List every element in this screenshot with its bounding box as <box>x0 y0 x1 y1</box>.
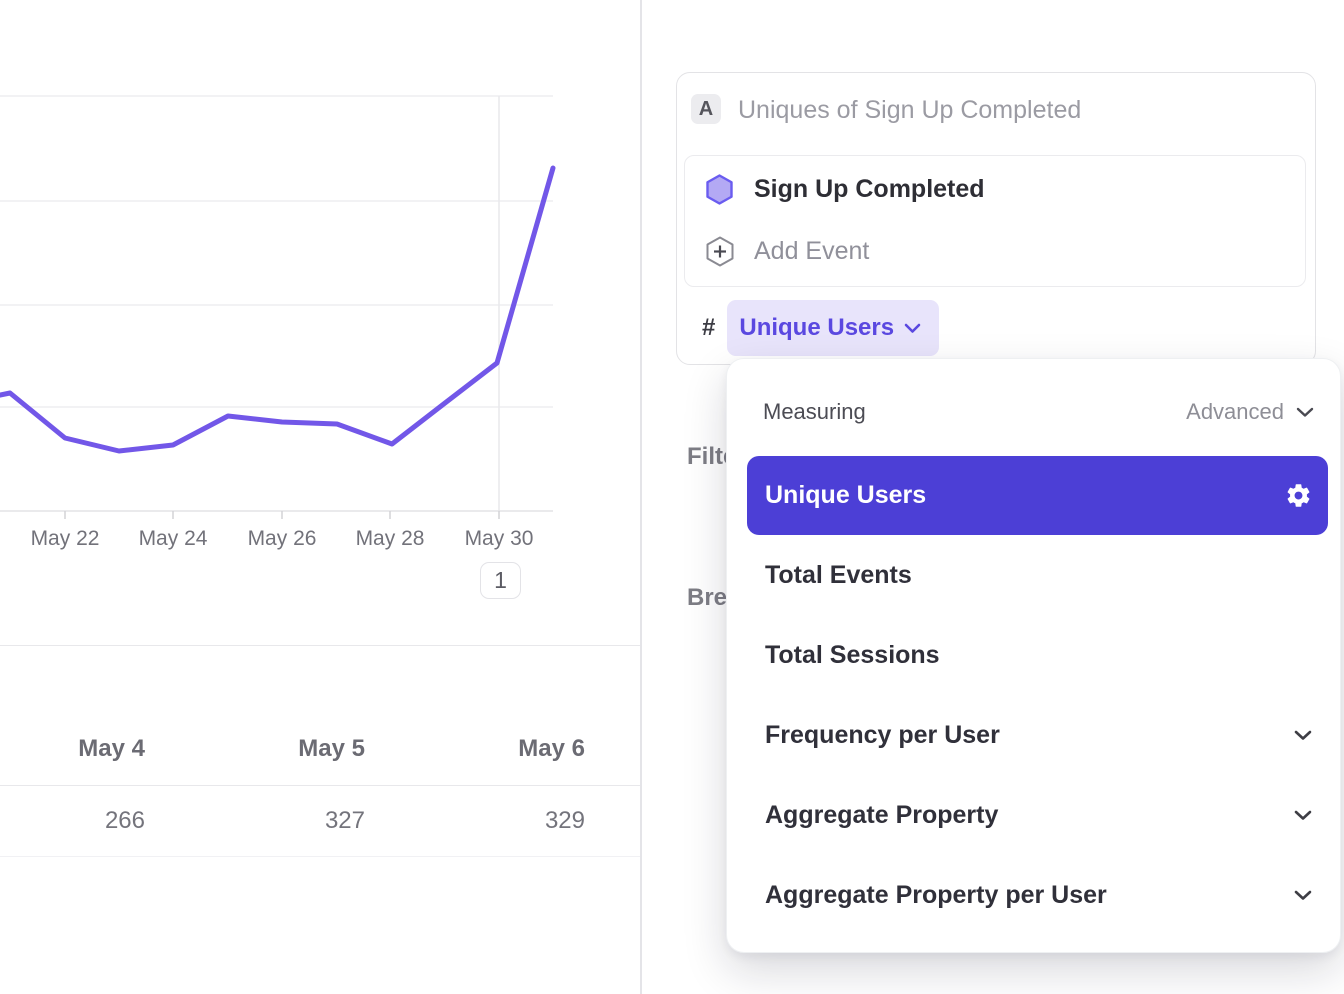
table-cell-value: 327 <box>145 807 365 835</box>
table-cell-value: 329 <box>365 807 585 835</box>
measuring-label: Measuring <box>763 399 866 425</box>
chart-panel: May 22May 24May 26May 28May 30 1 May 4Ma… <box>0 0 640 994</box>
event-row[interactable]: Sign Up Completed <box>685 164 1305 214</box>
series-badge: A <box>691 94 721 124</box>
event-name: Sign Up Completed <box>754 175 985 204</box>
x-axis-tick-label: May 24 <box>139 527 208 550</box>
pagination-badge[interactable]: 1 <box>480 562 521 599</box>
menu-item-label: Total Events <box>765 561 1312 590</box>
measuring-options-list: Unique Users Total Events Total Sessions Fr… <box>747 456 1328 935</box>
metric-card: A Uniques of Sign Up Completed Sign Up C… <box>676 72 1316 365</box>
add-event-label: Add Event <box>754 237 869 266</box>
events-card: Sign Up Completed Add Event <box>684 155 1306 287</box>
analytics-app: May 22May 24May 26May 28May 30 1 May 4Ma… <box>0 0 1344 994</box>
table-column-header: May 6 <box>365 735 585 763</box>
menu-item-aggregate-property[interactable]: Aggregate Property <box>747 775 1328 855</box>
menu-item-aggregate-property-per-user[interactable]: Aggregate Property per User <box>747 855 1328 935</box>
event-hexagon-icon <box>685 174 754 205</box>
x-axis-tick-label: May 30 <box>465 527 534 550</box>
query-builder-panel: A Uniques of Sign Up Completed Sign Up C… <box>642 0 1344 994</box>
measuring-dropdown-header: Measuring Advanced <box>763 399 1314 425</box>
measure-value: Unique Users <box>739 314 894 342</box>
chevron-down-icon <box>1296 407 1314 418</box>
menu-item-label: Total Sessions <box>765 641 1312 670</box>
menu-item-unique-users[interactable]: Unique Users <box>747 456 1328 535</box>
menu-item-total-sessions[interactable]: Total Sessions <box>747 615 1328 695</box>
chevron-down-icon <box>1294 730 1312 741</box>
line-chart: May 22 May 24 May 26 May 28 May 30 <box>0 0 640 620</box>
table-column-header: May 5 <box>145 735 365 763</box>
table-cell-value: 266 <box>0 807 145 835</box>
x-axis-tick-label: May 28 <box>356 527 425 550</box>
menu-item-label: Frequency per User <box>765 721 1294 750</box>
metric-title: Uniques of Sign Up Completed <box>738 96 1081 125</box>
menu-item-label: Aggregate Property per User <box>765 881 1294 910</box>
measure-row: # Unique Users <box>702 300 939 356</box>
menu-item-label: Aggregate Property <box>765 801 1294 830</box>
measure-hash-icon: # <box>702 314 715 342</box>
gear-icon[interactable] <box>1285 482 1312 509</box>
series-line <box>0 168 553 451</box>
menu-item-frequency-per-user[interactable]: Frequency per User <box>747 695 1328 775</box>
chevron-down-icon <box>904 323 921 334</box>
chevron-down-icon <box>1294 890 1312 901</box>
advanced-mode-toggle[interactable]: Advanced <box>1186 399 1314 425</box>
table-header-row: May 4May 5May 6 <box>0 645 640 786</box>
x-axis-tick-label: May 26 <box>248 527 317 550</box>
table-column-header: May 4 <box>0 735 145 763</box>
x-axis-tick-label: May 22 <box>31 527 100 550</box>
measure-dropdown-button[interactable]: Unique Users <box>727 300 939 356</box>
menu-item-label: Unique Users <box>765 481 1285 510</box>
table-value-row: 266327329 <box>0 786 640 857</box>
menu-item-total-events[interactable]: Total Events <box>747 535 1328 615</box>
add-event-icon <box>685 236 754 267</box>
advanced-mode-value: Advanced <box>1186 399 1284 425</box>
summary-table: May 4May 5May 6 266327329 <box>0 645 640 857</box>
add-event-button[interactable]: Add Event <box>685 226 1305 276</box>
chevron-down-icon <box>1294 810 1312 821</box>
measuring-dropdown-menu: Measuring Advanced Unique Users Total Eve… <box>726 358 1341 953</box>
